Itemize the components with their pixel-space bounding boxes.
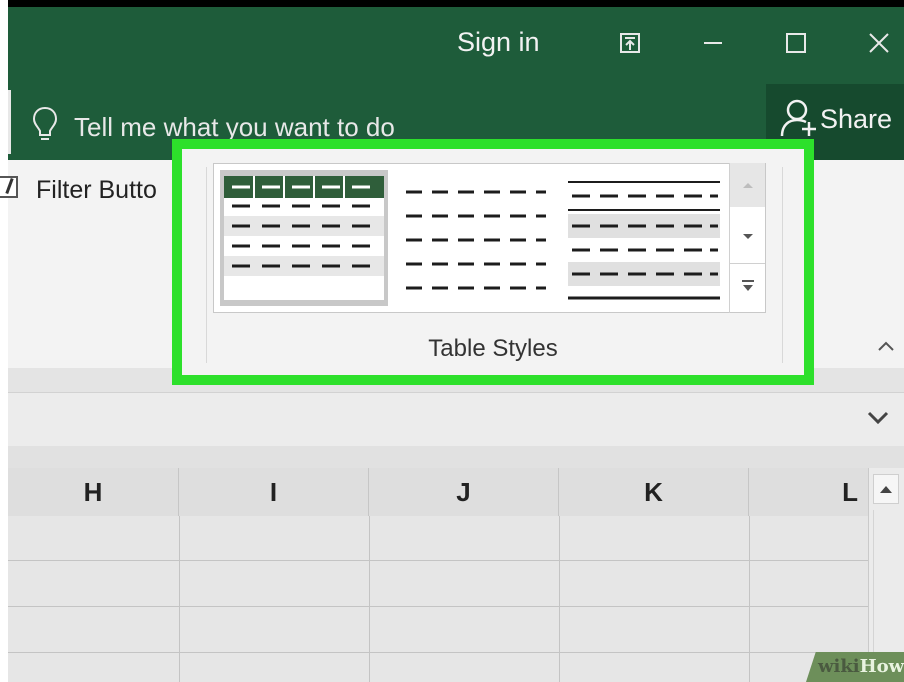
watermark-part2: How [859, 656, 904, 677]
maximize-icon [786, 33, 806, 53]
filter-button-checkbox[interactable] [0, 176, 18, 198]
column-headers: H I J K L [8, 468, 868, 518]
group-divider [206, 167, 207, 363]
triangle-up-icon [880, 486, 892, 493]
excel-window: Sign in Tell me what you want to do Shar… [0, 0, 904, 682]
table-style-banded-gray[interactable] [564, 170, 724, 306]
more-dropdown-icon [741, 280, 754, 291]
formula-bar[interactable] [8, 392, 904, 448]
sign-in-link[interactable]: Sign in [457, 27, 540, 58]
column-line [369, 516, 370, 682]
triangle-down-icon [742, 234, 753, 239]
column-header-j[interactable]: J [369, 468, 559, 516]
table-style-plain[interactable] [400, 170, 552, 306]
gallery-scroll-down-button[interactable] [730, 215, 765, 259]
close-button[interactable] [861, 25, 897, 61]
column-header-h[interactable]: H [8, 468, 179, 516]
close-icon [869, 33, 889, 53]
ribbon-display-options-button[interactable] [612, 25, 648, 61]
scroll-up-button[interactable] [873, 474, 899, 504]
table-styles-gallery [213, 163, 766, 313]
gallery-scroll-up-button[interactable] [730, 163, 765, 207]
gallery-more-button[interactable] [730, 263, 765, 308]
minimize-button[interactable] [695, 25, 731, 61]
collapse-ribbon-icon[interactable] [876, 336, 896, 359]
title-bar: Sign in [8, 0, 904, 84]
add-person-icon [780, 99, 816, 137]
vertical-scrollbar[interactable] [868, 468, 904, 682]
formula-bar-gap [8, 446, 904, 468]
divider [8, 90, 11, 154]
column-line [179, 516, 180, 682]
column-line [559, 516, 560, 682]
wikihow-watermark: wikiHow [818, 656, 904, 677]
table-styles-highlight: Table Styles [172, 139, 814, 385]
maximize-button[interactable] [778, 25, 814, 61]
table-style-banded-gray-preview [568, 181, 720, 300]
lightbulb-icon [32, 106, 58, 140]
row-line [8, 652, 868, 653]
column-header-i[interactable]: I [179, 468, 369, 516]
column-line [749, 516, 750, 682]
filter-button-label: Filter Butto [36, 176, 157, 204]
minimize-icon [704, 42, 722, 44]
table-styles-label: Table Styles [428, 335, 558, 362]
triangle-up-icon [742, 183, 753, 188]
table-style-plain-preview [406, 190, 546, 290]
watermark-part1: wiki [818, 656, 860, 677]
chevron-down-icon[interactable] [866, 405, 890, 429]
row-line [8, 606, 868, 607]
table-style-green-banded[interactable] [220, 170, 388, 306]
column-header-k[interactable]: K [559, 468, 749, 516]
column-header-l[interactable]: L [749, 468, 868, 516]
ribbon-display-options-icon [620, 33, 640, 53]
share-label: Share [820, 104, 893, 134]
row-line [8, 560, 868, 561]
worksheet-grid[interactable] [8, 516, 868, 682]
table-style-green-banded-preview [224, 176, 384, 300]
gallery-scroll [729, 163, 765, 313]
group-divider [782, 167, 783, 363]
